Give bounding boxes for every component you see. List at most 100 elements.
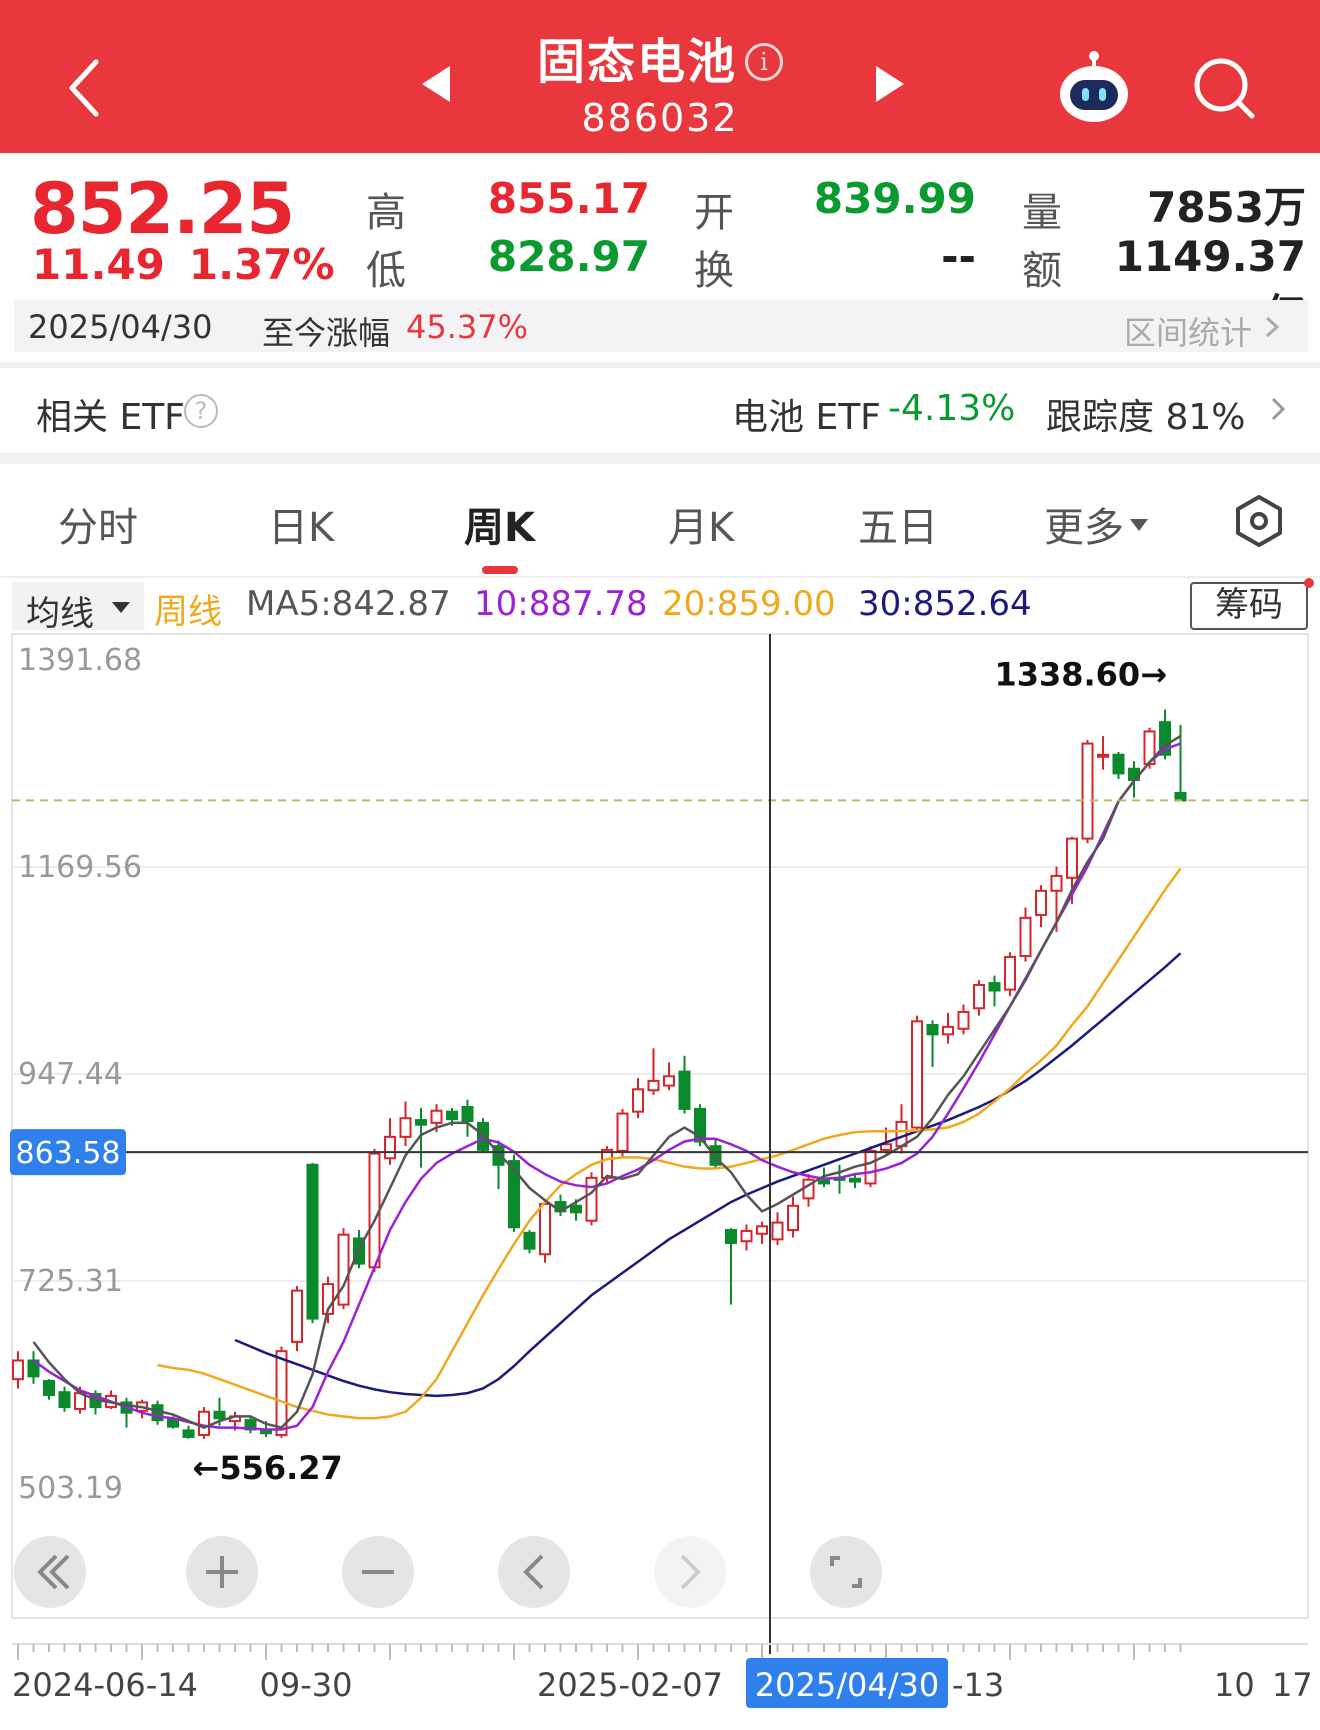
y-tick-label: 1391.68 (18, 643, 142, 678)
notification-dot (1304, 578, 1314, 588)
settings-hexagon-icon[interactable] (1232, 494, 1286, 548)
scroll-right-button[interactable] (654, 1536, 726, 1608)
crosshair-price-label: 863.58 (10, 1129, 126, 1176)
tab-five-day[interactable]: 五日 (858, 495, 938, 553)
candle-up (291, 1289, 303, 1343)
candle-up (12, 1359, 24, 1381)
x-tick-label: -13 (952, 1666, 1004, 1704)
svg-text:863.58: 863.58 (16, 1136, 121, 1171)
related-etf-row[interactable]: 相关 ETF ? 电池 ETF -4.13% 跟踪度 81% (0, 370, 1320, 452)
candle-down (988, 982, 1001, 992)
tab-weekly-k[interactable]: 周K (464, 495, 535, 553)
max-price-label: 1338.60→ (994, 655, 1167, 693)
open-value: 839.99 (813, 174, 976, 223)
candle-up (864, 1149, 877, 1185)
x-tick-label: 2025-02-07 (537, 1666, 723, 1704)
candle-up (632, 1088, 644, 1113)
x-tick-label: 09-30 (260, 1666, 353, 1704)
ma-selector[interactable]: 均线 (12, 582, 144, 634)
tab-monthly-k[interactable]: 月K (668, 495, 734, 553)
candle-up (1050, 874, 1063, 892)
candle-up (647, 1079, 660, 1092)
candle-up (911, 1020, 923, 1129)
crosshair-date-label: 2025/04/30 (755, 1666, 939, 1704)
date-range-bar[interactable]: 2025/04/30 至今涨幅 45.37% 区间统计 (14, 300, 1308, 352)
low-value: 828.97 (487, 232, 650, 281)
candle-down (260, 1429, 272, 1435)
back-arrow-icon[interactable] (58, 48, 118, 128)
search-icon[interactable] (1188, 52, 1260, 124)
candle-down (43, 1380, 55, 1396)
tab-more[interactable]: 更多 (1044, 495, 1148, 553)
candle-up (771, 1221, 784, 1241)
fullscreen-button[interactable] (810, 1536, 882, 1608)
previous-stock-icon[interactable] (418, 62, 454, 106)
candle-down (818, 1179, 830, 1185)
since-value: 45.37% (406, 308, 529, 346)
next-stock-icon[interactable] (872, 62, 908, 106)
candle-up (1035, 889, 1047, 917)
jump-start-button[interactable] (14, 1536, 86, 1608)
y-tick-label: 503.19 (18, 1471, 123, 1506)
candle-up (663, 1075, 675, 1087)
candle-down (58, 1391, 71, 1409)
candle-up (895, 1120, 908, 1148)
candle-down (678, 1070, 691, 1110)
stock-code: 886032 (581, 96, 739, 140)
chips-button[interactable]: 筹码 (1190, 582, 1308, 630)
y-tick-label: 1169.56 (18, 850, 142, 885)
ma10-value: 10:887.78 (474, 584, 648, 624)
price-change: 11.49 1.37% (32, 240, 359, 289)
zoom-out-button[interactable] (342, 1536, 414, 1608)
candle-up (399, 1117, 412, 1138)
x-tick-label: 10 (1214, 1666, 1255, 1704)
chevron-right-icon (1271, 397, 1286, 421)
candle-up (585, 1176, 598, 1222)
candle-up (1019, 916, 1032, 958)
range-stats-link[interactable]: 区间统计 (1124, 308, 1252, 354)
candlestick-chart[interactable]: 1391.681169.56947.44725.31503.19 863.58 … (0, 630, 1320, 1730)
related-etf-label: 相关 ETF (36, 397, 185, 438)
open-label: 开 (694, 190, 734, 236)
tab-more-label: 更多 (1044, 505, 1124, 551)
tab-intraday[interactable]: 分时 (58, 495, 138, 553)
etf-change: -4.13% (888, 388, 1016, 429)
candle-down (415, 1119, 427, 1126)
x-axis: 2024-06-14 09-30 2025-02-07 2025/04/30 -… (12, 1643, 1313, 1708)
candle-down (1174, 791, 1187, 802)
min-price-label: ←556.27 (193, 1449, 343, 1487)
ma30-value: 30:852.64 (858, 584, 1032, 624)
help-icon[interactable]: ? (184, 394, 218, 428)
candle-up (539, 1202, 551, 1256)
candle-up (1097, 753, 1109, 758)
candle-up (1004, 955, 1016, 991)
candle-down (446, 1110, 458, 1121)
x-tick-label: 17 (1272, 1666, 1313, 1704)
low-label: 低 (366, 248, 406, 294)
candle-up (337, 1233, 350, 1306)
candle-down (306, 1163, 319, 1320)
tab-daily-k[interactable]: 日K (268, 495, 334, 553)
candle-up (198, 1410, 210, 1437)
volume-label: 量 (1022, 190, 1062, 236)
amount-label: 额 (1022, 248, 1062, 294)
volume-value: 7853万 (1147, 183, 1306, 232)
divider (0, 452, 1320, 464)
ma-selector-label: 均线 (26, 594, 94, 634)
candle-up (616, 1112, 629, 1152)
active-tab-indicator (482, 566, 518, 574)
scroll-left-button[interactable] (498, 1536, 570, 1608)
candle-up (957, 1010, 970, 1030)
ma5-value: MA5:842.87 (246, 584, 451, 624)
zoom-in-button[interactable] (186, 1536, 258, 1608)
since-label: 至今涨幅 (262, 314, 391, 352)
candle-up (880, 1143, 892, 1151)
candle-up (601, 1148, 613, 1179)
robot-assistant-icon[interactable] (1054, 48, 1134, 128)
candle-down (1112, 753, 1125, 775)
info-icon[interactable]: i (745, 43, 783, 81)
y-tick-label: 725.31 (18, 1264, 123, 1299)
selected-date: 2025/04/30 (28, 308, 213, 346)
candle-down (849, 1177, 861, 1183)
divider (0, 362, 1320, 368)
